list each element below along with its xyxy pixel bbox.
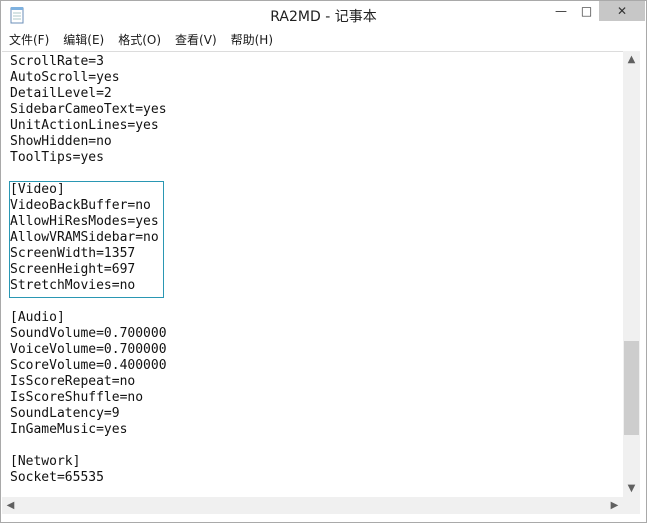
text-line: SidebarCameoText=yes	[10, 102, 167, 117]
maximize-icon: □	[580, 4, 593, 18]
menu-edit[interactable]: 编辑(E)	[57, 30, 110, 50]
text-line: [Network]	[10, 454, 81, 469]
vertical-scrollbar[interactable]: ▲ ▼	[623, 51, 640, 497]
text-line: UnitActionLines=yes	[10, 118, 159, 133]
text-line: DetailLevel=2	[10, 86, 112, 101]
text-line: ShowHidden=no	[10, 134, 112, 149]
notepad-window: RA2MD - 记事本 — □ ✕ 文件(F) 编辑(E) 格式(O) 查看(V…	[0, 0, 647, 523]
minimize-button[interactable]: —	[548, 1, 574, 21]
minimize-icon: —	[555, 4, 567, 18]
video-section-highlight	[9, 181, 164, 298]
menu-file[interactable]: 文件(F)	[3, 30, 55, 50]
text-line: SoundVolume=0.700000	[10, 326, 167, 341]
menu-help[interactable]: 帮助(H)	[225, 30, 279, 50]
menu-bar: 文件(F) 编辑(E) 格式(O) 查看(V) 帮助(H)	[1, 29, 646, 51]
text-line: [Audio]	[10, 310, 65, 325]
horizontal-scrollbar[interactable]: ◀ ▶	[2, 497, 623, 514]
maximize-button[interactable]: □	[574, 1, 599, 21]
scroll-left-arrow-icon[interactable]: ◀	[2, 497, 19, 514]
scroll-right-arrow-icon[interactable]: ▶	[606, 497, 623, 514]
text-line: Socket=65535	[10, 470, 104, 485]
menu-format[interactable]: 格式(O)	[112, 30, 167, 50]
close-button[interactable]: ✕	[599, 1, 645, 21]
scrollbar-corner	[623, 497, 640, 514]
close-icon: ✕	[616, 4, 628, 18]
text-line: IsScoreRepeat=no	[10, 374, 136, 389]
scroll-down-arrow-icon[interactable]: ▼	[623, 480, 640, 497]
scroll-up-arrow-icon[interactable]: ▲	[623, 51, 640, 68]
text-line: ScrollRate=3	[10, 54, 104, 69]
text-line: InGameMusic=yes	[10, 422, 128, 437]
menu-view[interactable]: 查看(V)	[169, 30, 223, 50]
text-line: IsScoreShuffle=no	[10, 390, 144, 405]
text-editor[interactable]: ScrollRate=3 AutoScroll=yes DetailLevel=…	[2, 51, 623, 498]
vertical-scroll-thumb[interactable]	[624, 341, 639, 435]
title-bar[interactable]: RA2MD - 记事本 — □ ✕	[1, 1, 646, 29]
text-line: ToolTips=yes	[10, 150, 104, 165]
text-line: SoundLatency=9	[10, 406, 120, 421]
text-line: ScoreVolume=0.400000	[10, 358, 167, 373]
text-line: VoiceVolume=0.700000	[10, 342, 167, 357]
text-line: AutoScroll=yes	[10, 70, 120, 85]
